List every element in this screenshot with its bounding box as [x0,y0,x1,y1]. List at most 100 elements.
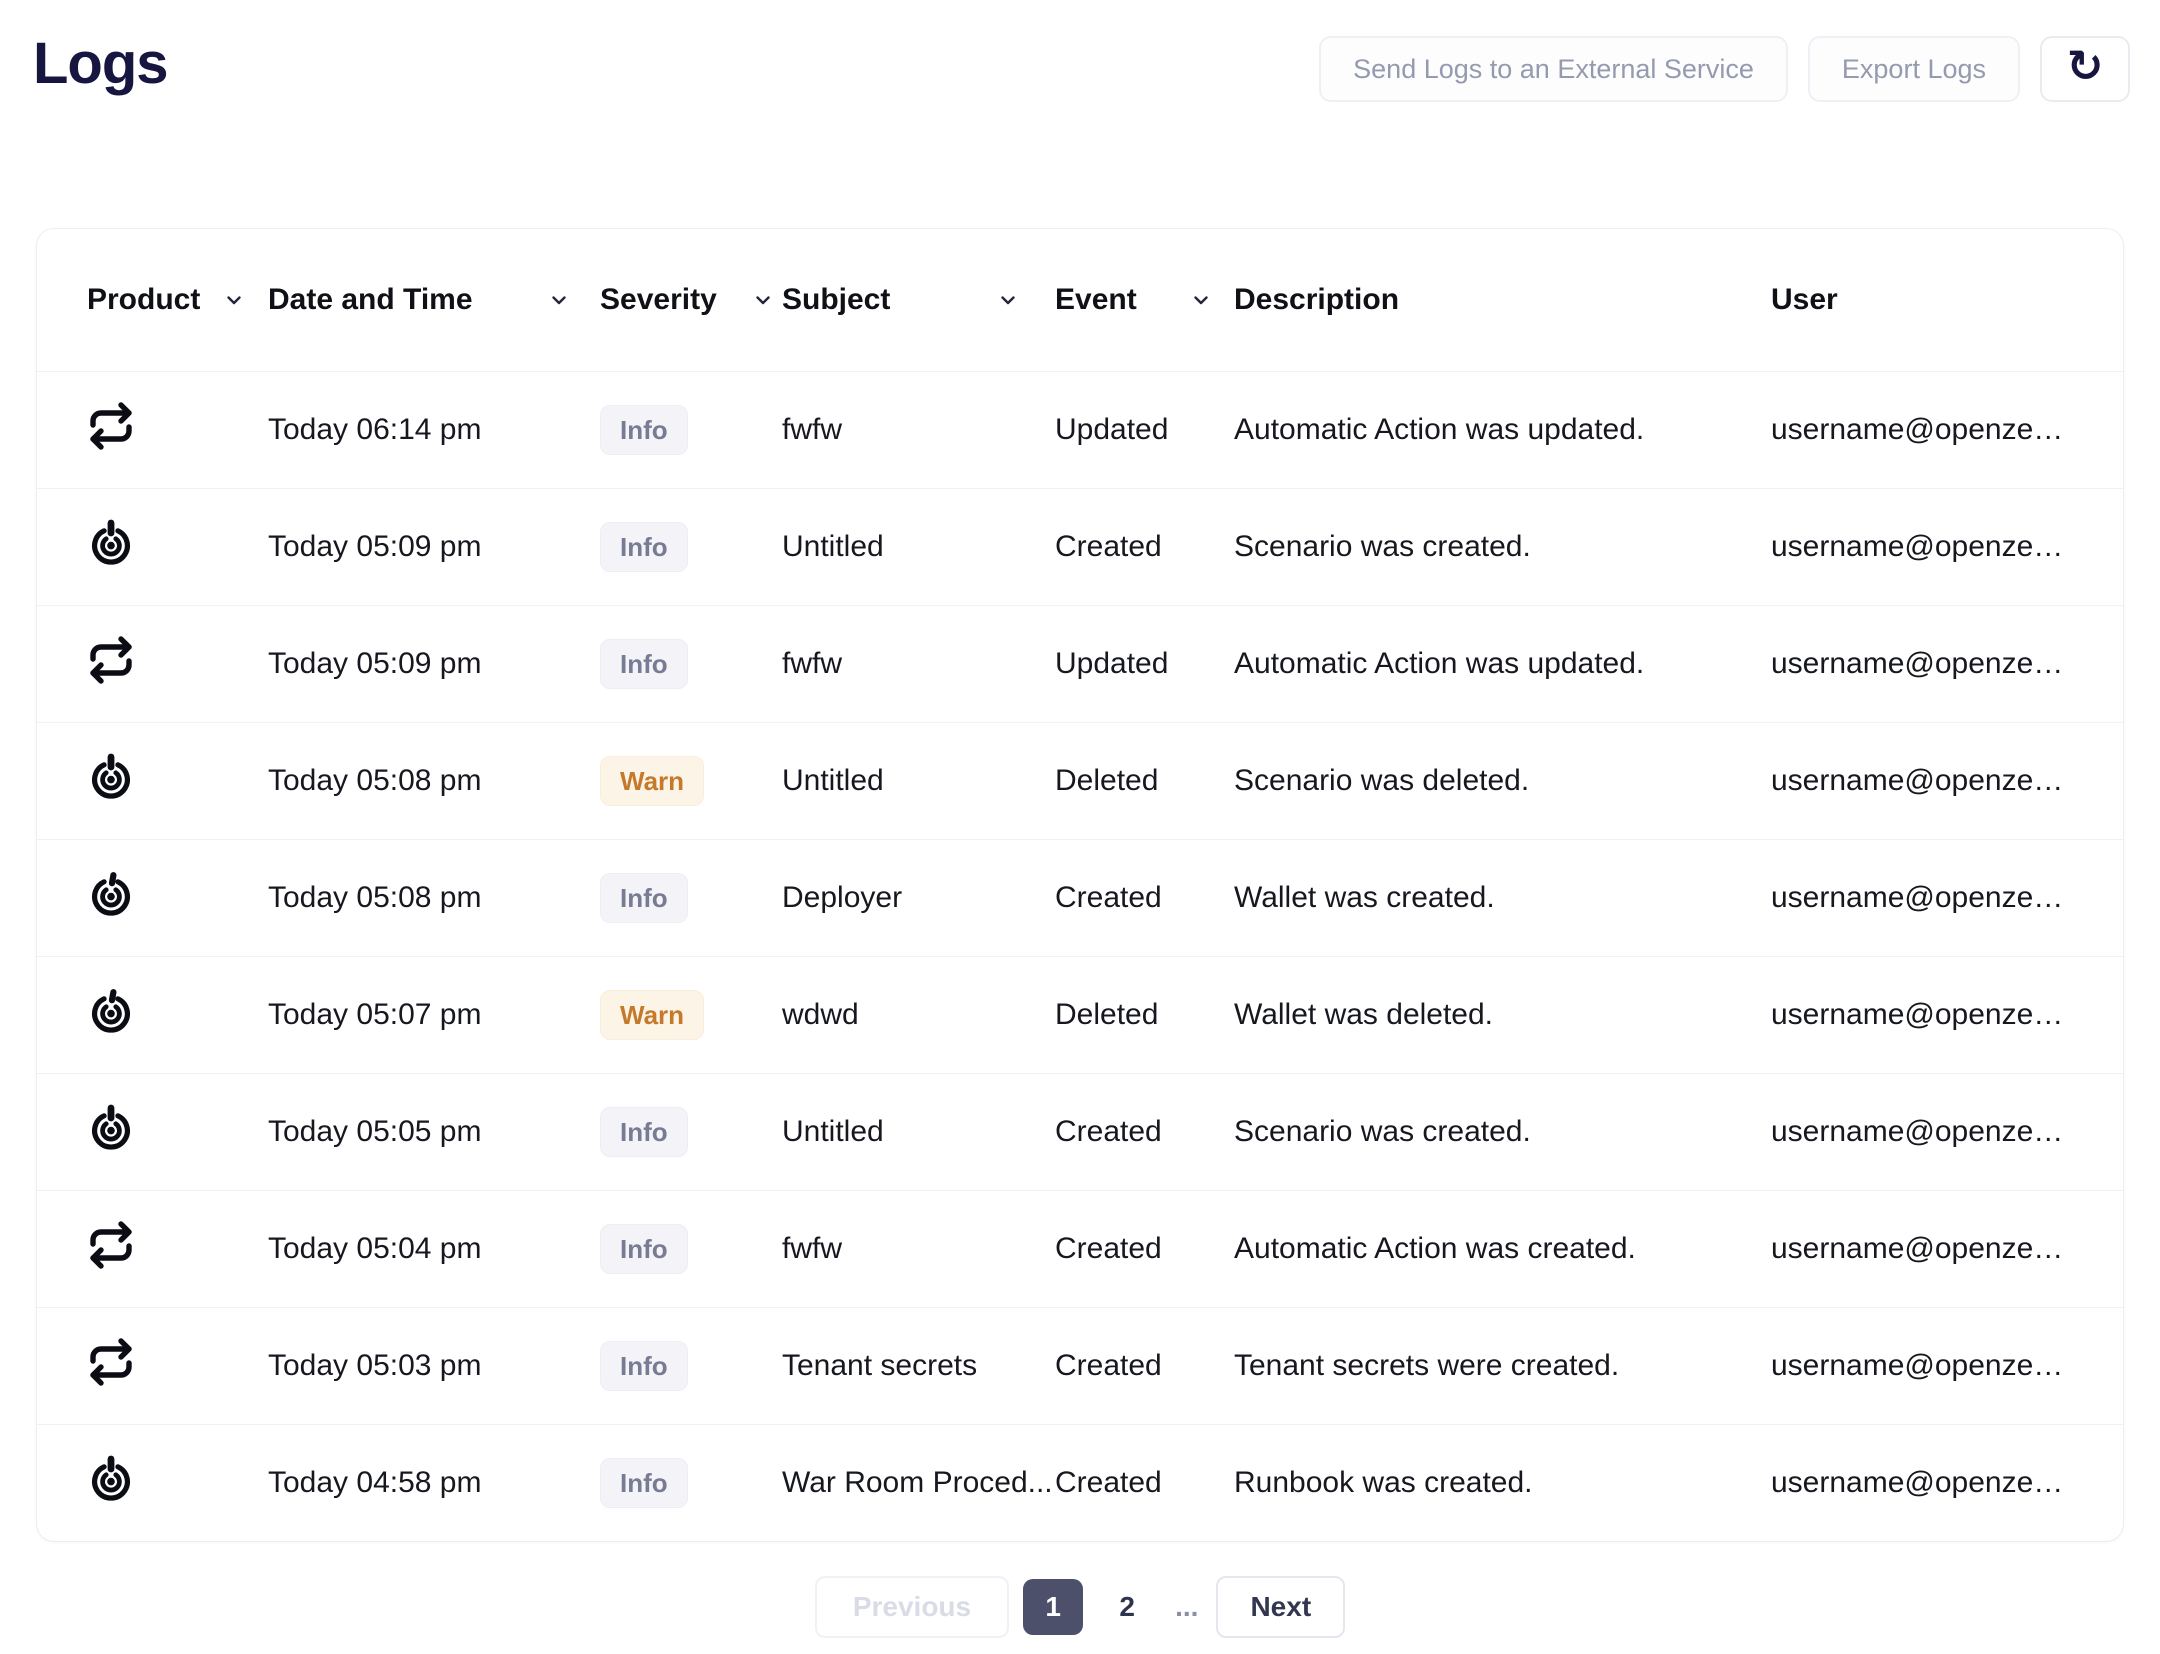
severity-badge: Info [600,405,688,455]
cell-datetime: Today 05:07 pm [268,998,600,1032]
severity-badge: Info [600,1341,688,1391]
deploy-target-icon [87,987,135,1035]
refresh-icon: ↻ [2067,45,2104,89]
cell-datetime: Today 05:08 pm [268,764,600,798]
cell-event: Updated [1055,413,1234,447]
cell-event: Created [1055,881,1234,915]
cell-user: username@openzeppe... [1771,647,2073,681]
chevron-down-icon [1189,288,1213,312]
cell-description: Automatic Action was updated. [1234,413,1771,447]
column-header-severity[interactable]: Severity [600,283,782,317]
actions-repeat-icon [87,636,135,684]
cell-event: Updated [1055,647,1234,681]
cell-subject: Untitled [782,1115,1055,1149]
cell-description: Wallet was created. [1234,881,1771,915]
cell-datetime: Today 05:08 pm [268,881,600,915]
table-row[interactable]: Today 05:03 pm Info Tenant secrets Creat… [37,1307,2123,1424]
page-number-1[interactable]: 1 [1023,1579,1083,1635]
previous-page-button[interactable]: Previous [815,1576,1009,1638]
cell-description: Runbook was created. [1234,1466,1771,1500]
actions-repeat-icon [87,1221,135,1269]
cell-datetime: Today 05:05 pm [268,1115,600,1149]
incident-alarm-icon [87,1455,135,1503]
cell-event: Created [1055,1349,1234,1383]
table-row[interactable]: Today 05:07 pm Warn wdwd Deleted Wallet … [37,956,2123,1073]
cell-datetime: Today 05:04 pm [268,1232,600,1266]
logs-table-card: Product Date and Time Severity Subject E… [36,228,2124,1542]
cell-user: username@openzeppe... [1771,764,2073,798]
cell-user: username@openzeppe... [1771,413,2073,447]
next-page-button[interactable]: Next [1216,1576,1345,1638]
cell-user: username@openzeppe... [1771,1349,2073,1383]
chevron-down-icon [996,288,1020,312]
send-logs-button[interactable]: Send Logs to an External Service [1319,36,1788,102]
cell-datetime: Today 05:09 pm [268,647,600,681]
table-header-row: Product Date and Time Severity Subject E… [37,229,2123,371]
severity-badge: Warn [600,756,704,806]
cell-description: Scenario was created. [1234,1115,1771,1149]
cell-subject: Untitled [782,530,1055,564]
cell-event: Created [1055,1466,1234,1500]
cell-datetime: Today 06:14 pm [268,413,600,447]
column-header-event[interactable]: Event [1055,283,1234,317]
cell-user: username@openzeppe... [1771,881,2073,915]
chevron-down-icon [547,288,571,312]
actions-repeat-icon [87,402,135,450]
table-row[interactable]: Today 05:09 pm Info fwfw Updated Automat… [37,605,2123,722]
cell-description: Scenario was created. [1234,530,1771,564]
cell-user: username@openzeppe... [1771,1232,2073,1266]
cell-subject: Deployer [782,881,1055,915]
cell-subject: War Room Proced... [782,1466,1055,1500]
export-logs-button[interactable]: Export Logs [1808,36,2020,102]
pagination: Previous 1 2 ... Next [0,1576,2160,1638]
cell-description: Wallet was deleted. [1234,998,1771,1032]
table-row[interactable]: Today 05:05 pm Info Untitled Created Sce… [37,1073,2123,1190]
column-header-date-and-time[interactable]: Date and Time [268,283,600,317]
table-body: Today 06:14 pm Info fwfw Updated Automat… [37,371,2123,1541]
cell-event: Deleted [1055,764,1234,798]
chevron-down-icon [222,288,246,312]
table-row[interactable]: Today 05:08 pm Warn Untitled Deleted Sce… [37,722,2123,839]
cell-user: username@openzeppe... [1771,1466,2073,1500]
cell-description: Tenant secrets were created. [1234,1349,1771,1383]
severity-badge: Info [600,1107,688,1157]
cell-description: Automatic Action was created. [1234,1232,1771,1266]
cell-subject: fwfw [782,413,1055,447]
toolbar: Send Logs to an External Service Export … [1319,24,2130,102]
table-row[interactable]: Today 05:04 pm Info fwfw Created Automat… [37,1190,2123,1307]
column-header-product[interactable]: Product [87,283,268,317]
severity-badge: Info [600,1458,688,1508]
incident-alarm-icon [87,1104,135,1152]
cell-subject: fwfw [782,1232,1055,1266]
severity-badge: Warn [600,990,704,1040]
deploy-target-icon [87,870,135,918]
cell-subject: fwfw [782,647,1055,681]
chevron-down-icon [751,288,775,312]
page-title: Logs [33,24,168,97]
table-row[interactable]: Today 06:14 pm Info fwfw Updated Automat… [37,371,2123,488]
cell-user: username@openzeppe... [1771,530,2073,564]
cell-description: Automatic Action was updated. [1234,647,1771,681]
refresh-button[interactable]: ↻ [2040,36,2130,102]
cell-datetime: Today 05:03 pm [268,1349,600,1383]
column-header-user: User [1771,283,2073,317]
cell-event: Created [1055,1232,1234,1266]
pagination-ellipsis: ... [1171,1591,1202,1623]
page-number-2[interactable]: 2 [1097,1579,1157,1635]
incident-alarm-icon [87,753,135,801]
severity-badge: Info [600,522,688,572]
column-header-description: Description [1234,283,1771,317]
severity-badge: Info [600,639,688,689]
cell-description: Scenario was deleted. [1234,764,1771,798]
cell-event: Created [1055,1115,1234,1149]
table-row[interactable]: Today 05:08 pm Info Deployer Created Wal… [37,839,2123,956]
table-row[interactable]: Today 05:09 pm Info Untitled Created Sce… [37,488,2123,605]
column-header-subject[interactable]: Subject [782,283,1055,317]
cell-datetime: Today 05:09 pm [268,530,600,564]
cell-subject: Untitled [782,764,1055,798]
table-row[interactable]: Today 04:58 pm Info War Room Proced... C… [37,1424,2123,1541]
cell-subject: wdwd [782,998,1055,1032]
cell-user: username@openzeppe... [1771,998,2073,1032]
incident-alarm-icon [87,519,135,567]
cell-subject: Tenant secrets [782,1349,1055,1383]
